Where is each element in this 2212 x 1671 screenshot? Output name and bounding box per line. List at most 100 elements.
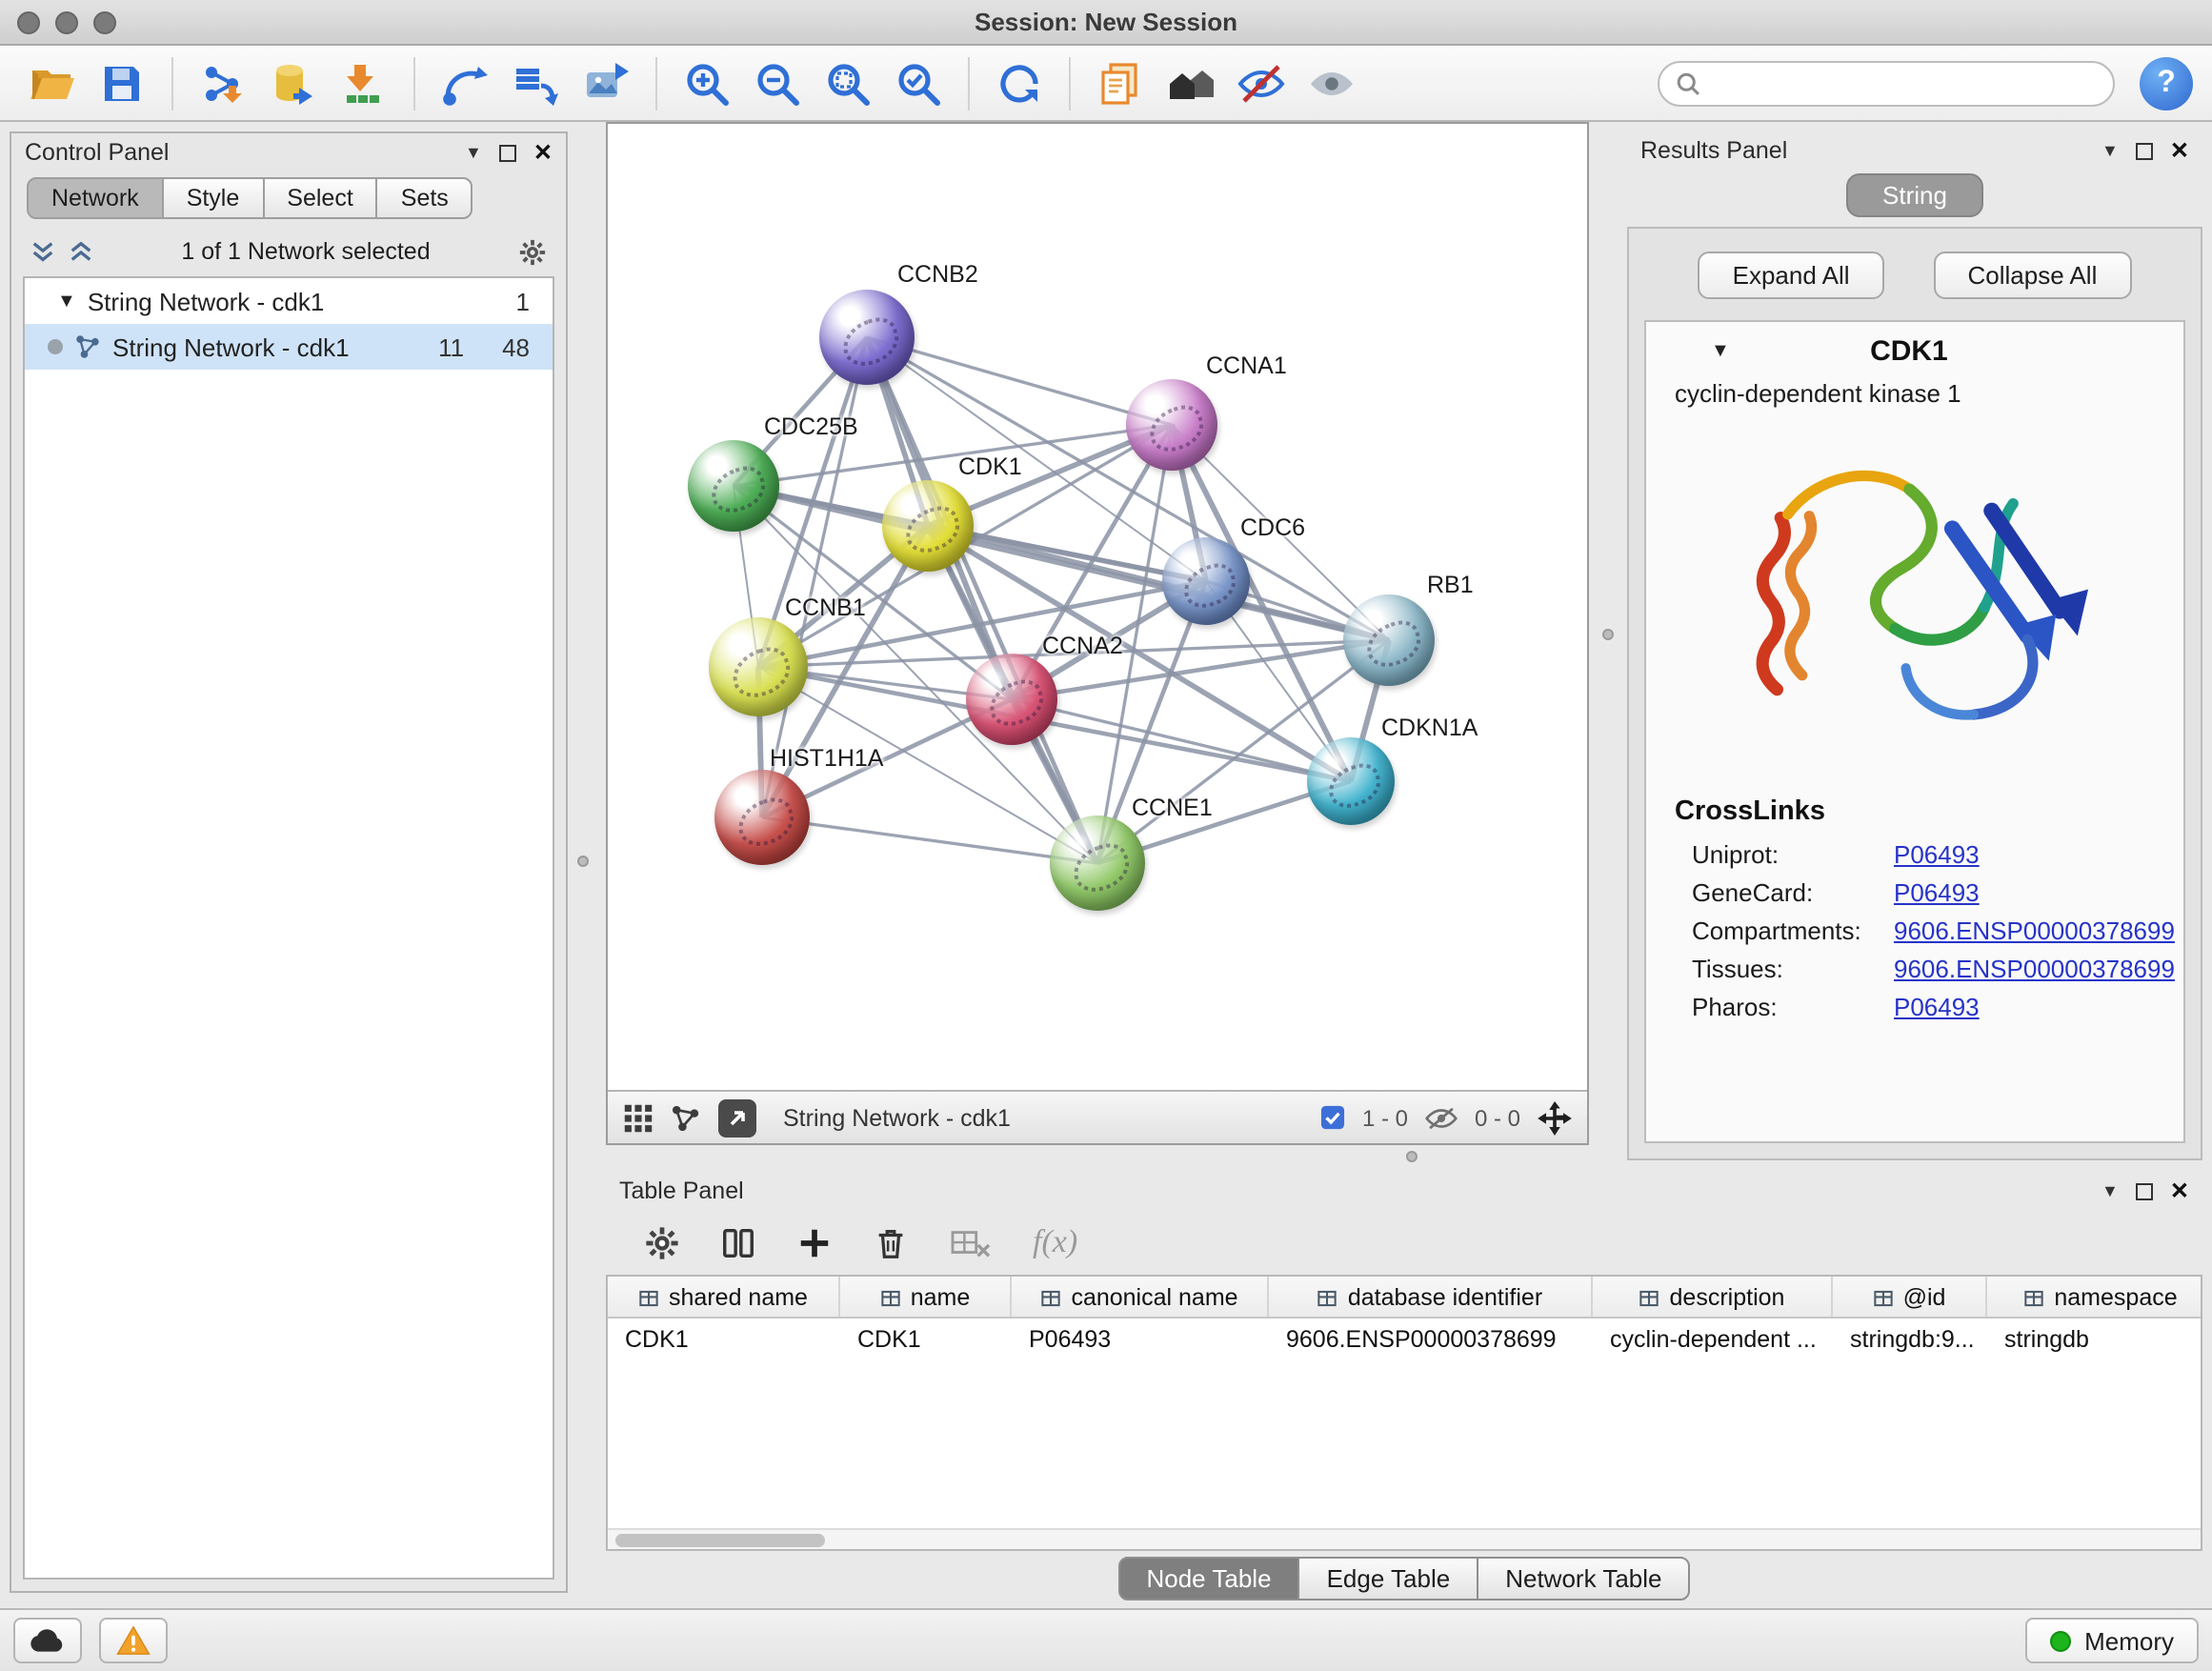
network-node-CDC6[interactable] (1162, 537, 1250, 625)
tab-node-table[interactable]: Node Table (1117, 1557, 1299, 1601)
table-horizontal-scrollbar[interactable] (608, 1528, 2201, 1549)
fit-content-icon[interactable] (1538, 1100, 1572, 1135)
tab-select[interactable]: Select (262, 177, 378, 219)
column-header[interactable]: canonical name (1012, 1277, 1269, 1319)
column-header[interactable]: namespace (1987, 1277, 2201, 1319)
gene-collapse-icon[interactable]: ▼ (1711, 341, 1730, 362)
column-header[interactable]: shared name (608, 1277, 840, 1319)
apply-layout-button[interactable] (987, 50, 1052, 115)
import-network-file-button[interactable] (191, 50, 255, 115)
crosslink-value-link[interactable]: 9606.ENSP00000378699 (1894, 916, 2175, 944)
crosslink-value-link[interactable]: P06493 (1894, 839, 1980, 868)
grid-view-icon[interactable] (623, 1102, 654, 1133)
panel-close-icon[interactable]: ✕ (533, 141, 553, 164)
warnings-button[interactable] (99, 1618, 168, 1663)
expand-all-icon[interactable] (69, 239, 93, 264)
crosslink-value-link[interactable]: P06493 (1894, 992, 1980, 1020)
table-row[interactable]: CDK1CDK1P064939606.ENSP00000378699cyclin… (608, 1319, 2201, 1359)
expand-all-button[interactable]: Expand All (1699, 252, 1884, 299)
crosslink-value-link[interactable]: P06493 (1894, 877, 1980, 906)
save-session-button[interactable] (90, 50, 154, 115)
selected-checkbox-icon[interactable] (1320, 1105, 1345, 1130)
zoom-out-button[interactable] (745, 50, 810, 115)
import-network-database-button[interactable] (261, 50, 326, 115)
eye-slash-icon (1237, 58, 1286, 108)
network-node-CDKN1A[interactable] (1307, 737, 1395, 825)
maximize-window-button[interactable] (93, 11, 116, 34)
tab-style[interactable]: Style (162, 177, 265, 219)
add-column-icon[interactable] (796, 1224, 833, 1260)
panel-float-icon[interactable] (499, 144, 516, 161)
network-node-CCNB1[interactable] (709, 617, 808, 716)
horizontal-splitter-handle[interactable] (1406, 1151, 1418, 1162)
tab-string[interactable]: String (1846, 173, 1983, 217)
table-cell[interactable]: stringdb:9... (1833, 1325, 1987, 1352)
panel-collapse-icon[interactable]: ▼ (2101, 1182, 2119, 1199)
cloud-status-button[interactable] (13, 1618, 82, 1663)
delete-column-trash-icon[interactable] (873, 1224, 909, 1260)
panel-collapse-icon[interactable]: ▼ (2101, 142, 2119, 159)
table-cell[interactable]: cyclin-dependent ... (1593, 1325, 1833, 1352)
network-node-CCNA2[interactable] (966, 654, 1057, 745)
network-node-CDC25B[interactable] (688, 440, 779, 532)
table-cell[interactable]: CDK1 (840, 1325, 1012, 1352)
hide-selected-button[interactable] (1229, 50, 1294, 115)
open-session-button[interactable] (19, 50, 84, 115)
tab-network[interactable]: Network (27, 177, 164, 219)
zoom-fit-icon (823, 58, 873, 108)
table-cell[interactable]: stringdb (1987, 1325, 2201, 1352)
zoom-in-button[interactable] (674, 50, 739, 115)
show-navigator-button[interactable] (1158, 50, 1223, 115)
collapse-all-icon[interactable] (30, 239, 55, 264)
network-node-RB1[interactable] (1343, 594, 1435, 686)
panel-float-icon[interactable] (2136, 142, 2153, 159)
network-from-table-button[interactable] (503, 50, 568, 115)
gear-icon[interactable] (518, 237, 547, 266)
table-settings-gear-icon[interactable] (644, 1224, 680, 1260)
import-table-button[interactable] (332, 50, 396, 115)
open-in-new-button[interactable] (718, 1098, 756, 1137)
column-header[interactable]: name (840, 1277, 1012, 1319)
export-image-button[interactable] (573, 50, 638, 115)
network-node-CCNB2[interactable] (819, 290, 915, 385)
network-node-CDK1[interactable] (882, 480, 974, 572)
copy-document-button[interactable] (1088, 50, 1153, 115)
control-panel-splitter-handle[interactable] (577, 856, 589, 867)
minimize-window-button[interactable] (55, 11, 78, 34)
show-all-button[interactable] (1299, 50, 1364, 115)
panel-float-icon[interactable] (2136, 1182, 2153, 1199)
help-button[interactable]: ? (2140, 56, 2193, 110)
close-window-button[interactable] (17, 11, 40, 34)
collapse-all-button[interactable]: Collapse All (1934, 252, 2132, 299)
network-node-CCNE1[interactable] (1050, 815, 1145, 911)
clone-network-button[interactable] (432, 50, 497, 115)
search-input[interactable] (1711, 70, 2098, 96)
column-header[interactable]: database identifier (1269, 1277, 1593, 1319)
table-cell[interactable]: CDK1 (608, 1325, 840, 1352)
zoom-selected-button[interactable] (886, 50, 951, 115)
tab-sets[interactable]: Sets (376, 177, 473, 219)
panel-close-icon[interactable]: ✕ (2170, 139, 2189, 162)
column-header[interactable]: description (1593, 1277, 1833, 1319)
network-row[interactable]: String Network - cdk1 11 48 (25, 324, 553, 370)
scrollbar-thumb[interactable] (615, 1534, 825, 1547)
memory-button[interactable]: Memory (2025, 1618, 2199, 1663)
tab-edge-table[interactable]: Edge Table (1298, 1557, 1479, 1601)
table-cell[interactable]: 9606.ENSP00000378699 (1269, 1325, 1593, 1352)
vertical-splitter-handle[interactable] (1602, 629, 1614, 640)
show-columns-icon[interactable] (720, 1224, 756, 1260)
crosslink-value-link[interactable]: 9606.ENSP00000378699 (1894, 954, 2175, 982)
table-cell[interactable]: P06493 (1012, 1325, 1269, 1352)
column-header[interactable]: @id (1833, 1277, 1987, 1319)
zoom-fit-button[interactable] (815, 50, 880, 115)
network-overview-icon[interactable] (671, 1102, 701, 1133)
tab-network-table[interactable]: Network Table (1477, 1557, 1690, 1601)
gene-card-header[interactable]: ▼ CDK1 (1646, 322, 2183, 372)
tree-expand-icon[interactable]: ▼ (57, 291, 76, 312)
network-node-HIST1H1A[interactable] (714, 770, 810, 865)
network-canvas[interactable]: CCNB2CCNA1CDC25BCDK1CDC6RB1CCNB1CCNA2CDK… (608, 124, 1587, 1090)
panel-close-icon[interactable]: ✕ (2170, 1179, 2189, 1202)
network-collection-row[interactable]: ▼ String Network - cdk1 1 (25, 278, 553, 324)
panel-collapse-icon[interactable]: ▼ (465, 144, 482, 161)
network-node-CCNA1[interactable] (1126, 379, 1217, 471)
